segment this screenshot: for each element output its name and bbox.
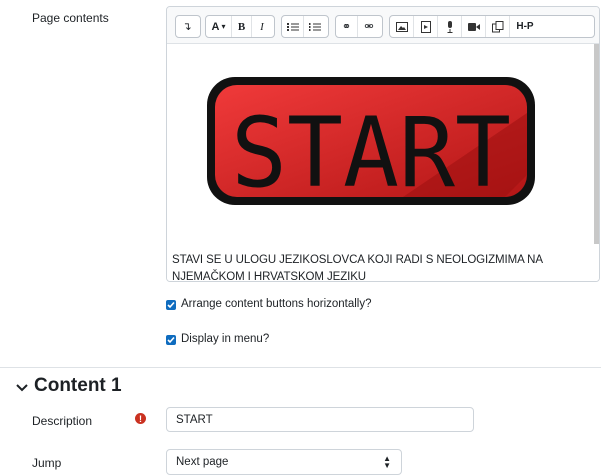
chevron-down-icon [16,384,28,392]
section-title[interactable]: Content 1 [34,375,122,397]
checkmark-icon [167,336,175,344]
toolbar-group-3 [281,15,329,38]
video-icon [467,22,480,31]
ordered-list-button[interactable] [304,16,326,37]
display-menu-checkbox-label[interactable]: Display in menu? [181,333,269,345]
jump-select[interactable]: Next page ▲ ▼ [166,449,402,475]
toolbar-group-1: ↴ [175,15,201,38]
manage-files-icon [491,20,503,32]
font-style-button[interactable]: A ▾ [206,16,232,37]
page-contents-label: Page contents [32,11,109,25]
media-button[interactable] [414,16,438,37]
toolbar-group-4: ⚭ ⚮ [335,15,383,38]
toolbar-group-5: H-P [389,15,595,38]
section-divider [0,367,601,368]
link-icon: ⚭ [341,21,352,33]
editor-body-text: STAVI SE U ULOGU JEZIKOSLOVCA KOJI RADI … [172,254,543,282]
description-input[interactable]: START [166,407,474,432]
bold-button[interactable]: B [232,16,252,37]
font-style-icon: A [211,20,220,33]
collapse-toolbar-button[interactable]: ↴ [176,16,198,37]
unordered-list-button[interactable] [282,16,304,37]
start-banner-text: START [231,97,511,209]
manage-files-button[interactable] [486,16,510,37]
display-menu-checkbox[interactable] [166,335,176,345]
editor-toolbar: ↴ A ▾ B I ⚭ ⚮ H-P [167,7,599,44]
collapse-icon: ↴ [182,21,192,33]
section-collapse-toggle[interactable] [14,379,30,395]
microphone-icon [447,20,452,33]
checkmark-icon [167,301,175,309]
unordered-list-icon [286,22,299,31]
start-banner-image: START [207,77,535,209]
jump-label: Jump [32,456,62,470]
ordered-list-icon [309,22,321,31]
image-button[interactable] [390,16,414,37]
media-icon [420,20,431,33]
editor-scrollbar[interactable] [594,44,599,244]
arrange-checkbox[interactable] [166,300,176,310]
toolbar-group-2: A ▾ B I [205,15,275,38]
record-audio-button[interactable] [438,16,462,37]
chevron-down-icon: ▾ [221,22,226,31]
description-label: Description [32,414,93,428]
editor-content-area[interactable]: START STAVI SE U ULOGU JEZIKOSLOVCA KOJI… [167,44,599,281]
unlink-icon: ⚮ [364,21,374,33]
rich-text-editor[interactable]: ↴ A ▾ B I ⚭ ⚮ H-P START STAVI SE U ULOGU… [166,6,600,282]
h5p-button[interactable]: H-P [510,16,540,37]
arrange-checkbox-label[interactable]: Arrange content buttons horizontally? [181,298,372,310]
select-arrows-icon: ▲ ▼ [383,454,391,470]
bold-icon: B [237,20,246,33]
italic-button[interactable]: I [252,16,272,37]
record-video-button[interactable] [462,16,486,37]
h5p-icon: H-P [516,21,534,32]
link-button[interactable]: ⚭ [336,16,358,37]
jump-select-value: Next page [176,456,229,468]
required-icon: ! [135,413,146,424]
image-icon [395,21,408,32]
unlink-button[interactable]: ⚮ [358,16,380,37]
italic-icon: I [260,20,264,33]
